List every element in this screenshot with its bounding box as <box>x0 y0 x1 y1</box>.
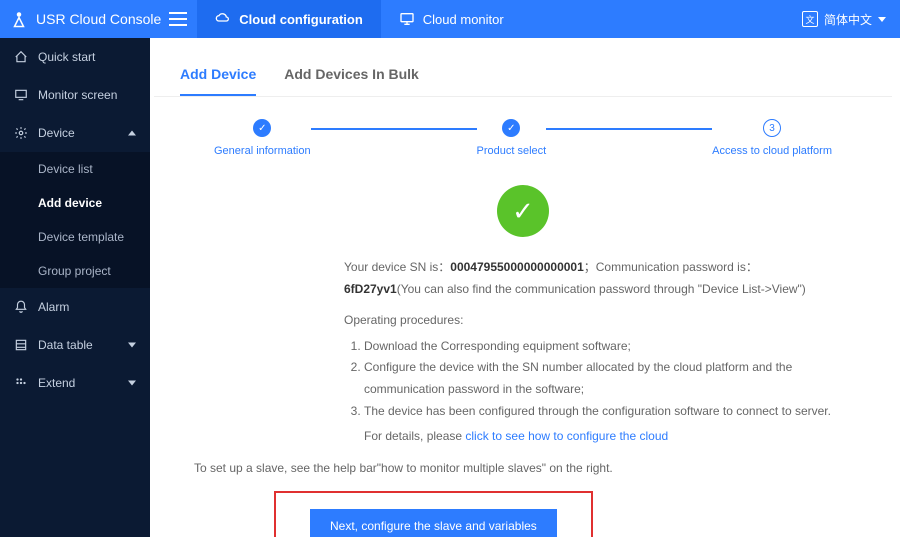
language-selector[interactable]: 文 简体中文 <box>802 11 900 28</box>
nav-label: Cloud monitor <box>423 12 504 27</box>
chevron-down-icon <box>878 17 886 22</box>
sidebar-item-quickstart[interactable]: Quick start <box>0 38 150 76</box>
sidebar-item-label: Data table <box>38 338 118 352</box>
sidebar-sub-device-template[interactable]: Device template <box>0 220 150 254</box>
tabs: Add Device Add Devices In Bulk <box>154 50 892 97</box>
device-sn-line: Your device SN is：00047955000000000001；C… <box>344 257 832 300</box>
logo-icon <box>10 10 28 28</box>
sidebar-item-label: Alarm <box>38 300 136 314</box>
screen-icon <box>14 88 28 102</box>
check-icon: ✓ <box>258 123 266 134</box>
step-access-cloud: 3 Access to cloud platform <box>712 119 832 157</box>
step-dot-done: ✓ <box>502 119 520 137</box>
pw-mid: ；Communication password is： <box>584 260 758 274</box>
highlight-box: Next, configure the slave and variables <box>274 491 593 537</box>
sidebar-sub-device-list[interactable]: Device list <box>0 152 150 186</box>
globe-icon: 文 <box>802 11 818 27</box>
step-connector <box>546 128 712 130</box>
sidebar-sub-add-device[interactable]: Add device <box>0 186 150 220</box>
main-content: Add Device Add Devices In Bulk ✓ General… <box>150 38 900 537</box>
home-icon <box>14 50 28 64</box>
nav-cloud-monitor[interactable]: Cloud monitor <box>381 0 522 38</box>
top-header: USR Cloud Console Cloud configuration Cl… <box>0 0 900 38</box>
details-prefix: For details, please <box>364 429 465 443</box>
next-configure-button[interactable]: Next, configure the slave and variables <box>310 509 557 537</box>
sidebar-item-label: Extend <box>38 376 118 390</box>
table-icon <box>14 338 28 352</box>
step-dot-done: ✓ <box>253 119 271 137</box>
nav-label: Cloud configuration <box>239 12 362 27</box>
operating-step: The device has been configured through t… <box>364 401 832 423</box>
tab-add-devices-bulk[interactable]: Add Devices In Bulk <box>284 66 419 96</box>
sidebar-item-extend[interactable]: Extend <box>0 364 150 402</box>
check-icon: ✓ <box>507 123 515 134</box>
chevron-up-icon <box>128 129 136 137</box>
sidebar-item-label: Device <box>38 126 118 140</box>
operating-steps-list: Download the Corresponding equipment sof… <box>344 336 832 422</box>
hamburger-icon[interactable] <box>169 12 187 26</box>
grid-icon <box>14 376 28 390</box>
checkmark-icon: ✓ <box>512 196 534 227</box>
success-indicator: ✓ <box>497 185 549 237</box>
step-dot-current: 3 <box>763 119 781 137</box>
chevron-down-icon <box>128 379 136 387</box>
operating-step: Download the Corresponding equipment sof… <box>364 336 832 358</box>
pw-suffix: (You can also find the communication pas… <box>397 282 806 296</box>
sidebar-item-label: Quick start <box>38 50 136 64</box>
gear-icon <box>14 126 28 140</box>
tab-add-device[interactable]: Add Device <box>180 66 256 96</box>
result-content: Your device SN is：00047955000000000001；C… <box>154 257 892 537</box>
sidebar: Quick start Monitor screen Device Device… <box>0 38 150 537</box>
operating-title: Operating procedures: <box>344 310 832 332</box>
step-label: General information <box>214 145 311 157</box>
configure-cloud-link[interactable]: click to see how to configure the cloud <box>465 429 668 443</box>
sidebar-sub-group-project[interactable]: Group project <box>0 254 150 288</box>
wizard-steps: ✓ General information ✓ Product select 3… <box>214 119 832 157</box>
operating-step: Configure the device with the SN number … <box>364 357 832 400</box>
bell-icon <box>14 300 28 314</box>
brand: USR Cloud Console <box>0 10 197 28</box>
sn-value: 00047955000000000001 <box>450 260 583 274</box>
sidebar-item-alarm[interactable]: Alarm <box>0 288 150 326</box>
sn-prefix: Your device SN is： <box>344 260 450 274</box>
chevron-down-icon <box>128 341 136 349</box>
sidebar-item-label: Monitor screen <box>38 88 136 102</box>
nav-cloud-configuration[interactable]: Cloud configuration <box>197 0 380 38</box>
sidebar-item-datatable[interactable]: Data table <box>0 326 150 364</box>
brand-title: USR Cloud Console <box>36 11 161 27</box>
sidebar-item-device[interactable]: Device <box>0 114 150 152</box>
slave-note: To set up a slave, see the help bar"how … <box>194 458 832 480</box>
step-product-select: ✓ Product select <box>477 119 547 157</box>
pw-value: 6fD27yv1 <box>344 282 397 296</box>
sidebar-device-submenu: Device list Add device Device template G… <box>0 152 150 288</box>
step-general-info: ✓ General information <box>214 119 311 157</box>
step-connector <box>311 128 477 130</box>
step-label: Access to cloud platform <box>712 145 832 157</box>
language-label: 简体中文 <box>824 11 872 28</box>
sidebar-item-monitor[interactable]: Monitor screen <box>0 76 150 114</box>
cloud-config-icon <box>215 11 231 27</box>
details-line: For details, please click to see how to … <box>344 426 832 448</box>
monitor-icon <box>399 11 415 27</box>
step-label: Product select <box>477 145 547 157</box>
